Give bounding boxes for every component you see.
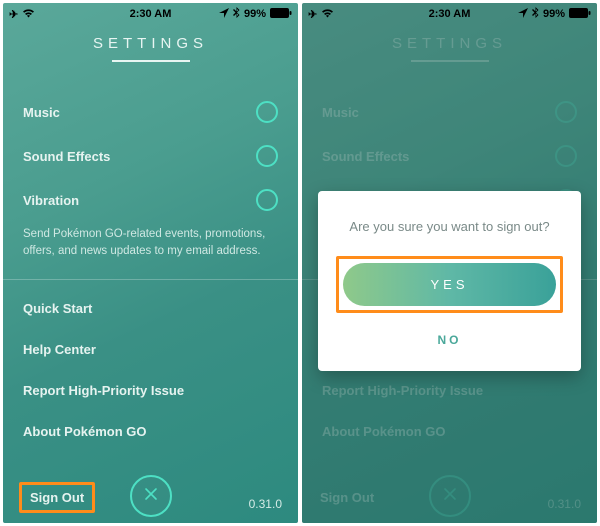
status-time: 2:30 AM [130, 8, 172, 20]
wifi-icon [22, 8, 35, 21]
sign-out-button[interactable]: Sign Out [30, 490, 84, 505]
settings-screen-left: ✈ 2:30 AM 99% SETTINGS [3, 3, 298, 523]
toggle-label: Music [23, 105, 60, 120]
toggle-label: Sound Effects [23, 149, 110, 164]
sign-out-button: Sign Out [318, 482, 376, 513]
bluetooth-icon [233, 7, 240, 21]
circle-icon [555, 145, 577, 167]
email-description: Send Pokémon GO-related events, promotio… [23, 222, 278, 279]
status-bar: ✈ 2:30 AM 99% [3, 3, 298, 23]
link-report-issue[interactable]: Report High-Priority Issue [23, 370, 278, 411]
link-about[interactable]: About Pokémon GO [23, 411, 278, 452]
battery-percent: 99% [244, 8, 266, 20]
location-icon [219, 8, 229, 21]
version-label: 0.31.0 [548, 497, 581, 511]
toggle-sound-effects: Sound Effects [322, 134, 577, 178]
toggle-label: Sound Effects [322, 149, 409, 164]
airplane-icon: ✈ [9, 8, 18, 21]
toggle-vibration[interactable]: Vibration [23, 178, 278, 222]
airplane-icon: ✈ [308, 8, 317, 21]
dialog-message: Are you sure you want to sign out? [336, 219, 563, 234]
title-underline [411, 60, 489, 62]
link-about: About Pokémon GO [322, 411, 577, 452]
sign-out-dialog: Are you sure you want to sign out? YES N… [318, 191, 581, 371]
battery-percent: 99% [543, 8, 565, 20]
sign-out-highlight: Sign Out [19, 482, 95, 513]
page-title: SETTINGS [3, 35, 298, 52]
status-bar: ✈ 2:30 AM 99% [302, 3, 597, 23]
settings-screen-right: ✈ 2:30 AM 99% SETTINGS [302, 3, 597, 523]
close-icon [443, 487, 457, 506]
no-button[interactable]: NO [336, 327, 563, 353]
circle-icon [256, 189, 278, 211]
toggle-music[interactable]: Music [23, 90, 278, 134]
yes-highlight: YES [336, 256, 563, 313]
link-help-center[interactable]: Help Center [23, 329, 278, 370]
version-label: 0.31.0 [249, 497, 282, 511]
location-icon [518, 8, 528, 21]
toggle-music: Music [322, 90, 577, 134]
link-quick-start[interactable]: Quick Start [23, 288, 278, 329]
wifi-icon [321, 8, 334, 21]
divider [3, 279, 298, 280]
close-icon [144, 487, 158, 506]
toggle-sound-effects[interactable]: Sound Effects [23, 134, 278, 178]
toggle-label: Vibration [23, 193, 79, 208]
battery-icon [270, 8, 292, 21]
circle-icon [555, 101, 577, 123]
close-button[interactable] [130, 475, 172, 517]
battery-icon [569, 8, 591, 21]
page-title: SETTINGS [302, 35, 597, 52]
status-time: 2:30 AM [429, 8, 471, 20]
circle-icon [256, 101, 278, 123]
link-report-issue: Report High-Priority Issue [322, 370, 577, 411]
close-button [429, 475, 471, 517]
yes-button[interactable]: YES [343, 263, 556, 306]
circle-icon [256, 145, 278, 167]
bluetooth-icon [532, 7, 539, 21]
toggle-label: Music [322, 105, 359, 120]
